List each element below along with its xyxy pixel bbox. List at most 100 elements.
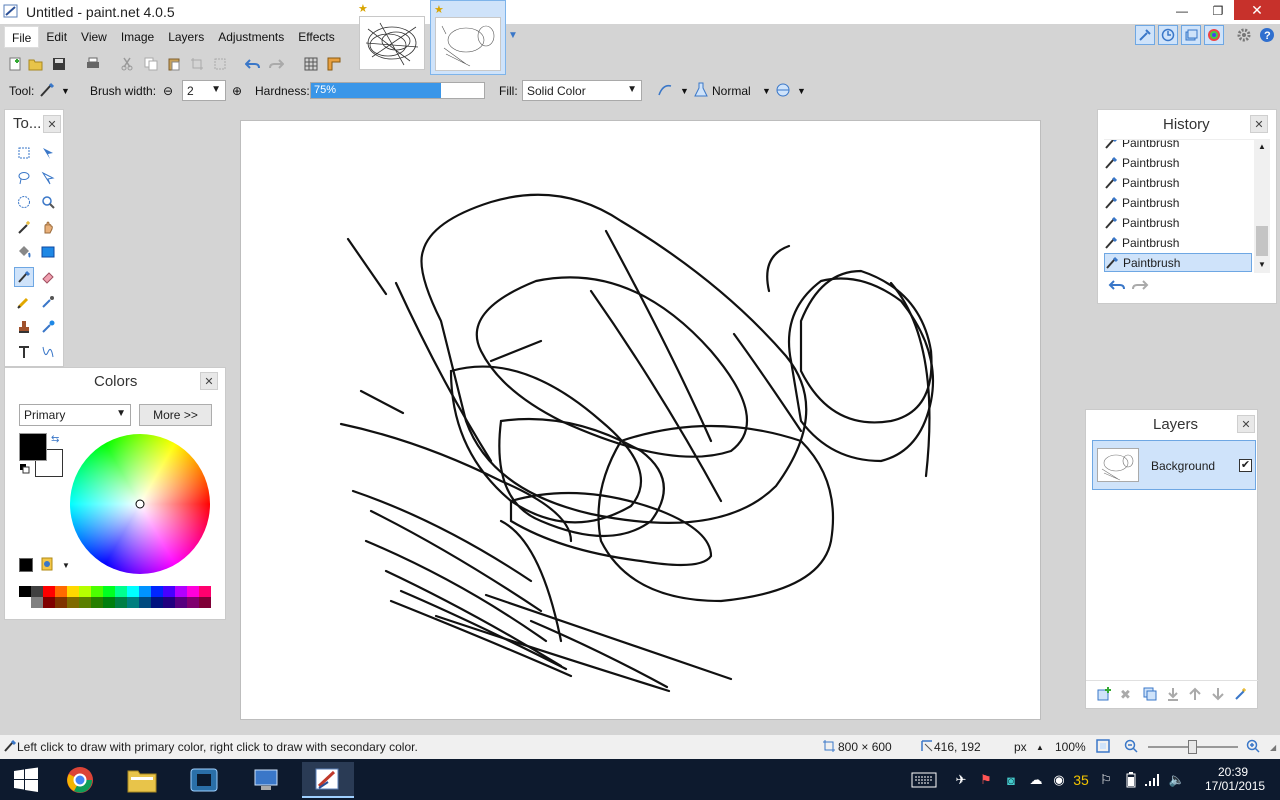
- layer-row-background[interactable]: Background ✔: [1092, 440, 1256, 490]
- history-panel-close-button[interactable]: ✕: [1250, 115, 1268, 133]
- palette-swatch[interactable]: [103, 597, 115, 608]
- zoom-icon[interactable]: [38, 192, 58, 212]
- color-wheel[interactable]: [69, 433, 211, 575]
- move-layer-up-icon[interactable]: [1188, 687, 1202, 701]
- palette-swatch[interactable]: [55, 597, 67, 608]
- merge-layer-down-icon[interactable]: [1166, 687, 1180, 701]
- colors-panel-close-button[interactable]: ✕: [200, 372, 218, 390]
- history-item[interactable]: Paintbrush: [1104, 140, 1252, 152]
- palette-swatch[interactable]: [163, 586, 175, 597]
- menu-layers[interactable]: Layers: [161, 26, 211, 48]
- magic-wand-icon[interactable]: [14, 217, 34, 237]
- units-dropdown-icon[interactable]: ▲: [1036, 743, 1044, 752]
- palette-swatch[interactable]: [187, 597, 199, 608]
- scroll-down-icon[interactable]: ▼: [1258, 260, 1266, 269]
- duplicate-layer-icon[interactable]: [1143, 687, 1157, 701]
- volume-icon[interactable]: 🔈: [1168, 771, 1186, 789]
- add-to-palette-icon[interactable]: [19, 558, 33, 572]
- zoom-out-icon[interactable]: [1124, 739, 1138, 753]
- palette-swatch[interactable]: [43, 597, 55, 608]
- palette-swatch[interactable]: [31, 597, 43, 608]
- help-icon[interactable]: ?: [1257, 25, 1277, 45]
- menu-effects[interactable]: Effects: [291, 26, 341, 48]
- action-center-flag-icon[interactable]: ⚐: [1097, 771, 1115, 789]
- zoom-level[interactable]: 100%: [1055, 740, 1086, 754]
- resize-grip-icon[interactable]: ◢: [1270, 743, 1276, 752]
- taskbar-clock[interactable]: 20:39 17/01/2015: [1205, 765, 1265, 793]
- minimize-button[interactable]: —: [1166, 0, 1198, 22]
- color-picker-icon[interactable]: [38, 292, 58, 312]
- drawing-canvas[interactable]: [240, 120, 1041, 720]
- lasso-select-icon[interactable]: [14, 168, 34, 188]
- menu-image[interactable]: Image: [114, 26, 161, 48]
- brush-width-select[interactable]: 2 ▼: [182, 80, 226, 101]
- colors-window-toggle-icon[interactable]: [1204, 25, 1224, 45]
- clipping-dropdown-icon[interactable]: ▼: [797, 86, 806, 96]
- tools-window-toggle-icon[interactable]: [1135, 25, 1155, 45]
- save-icon[interactable]: [50, 55, 68, 73]
- palette-swatch[interactable]: [43, 586, 55, 597]
- gradient-icon[interactable]: [38, 242, 58, 262]
- history-undo-icon[interactable]: [1108, 278, 1126, 292]
- primary-color-swatch[interactable]: [19, 433, 47, 461]
- palette-swatch[interactable]: [139, 597, 151, 608]
- copy-icon[interactable]: [142, 55, 160, 73]
- palette-swatch[interactable]: [91, 597, 103, 608]
- palette-swatch[interactable]: [163, 597, 175, 608]
- palette-swatch[interactable]: [199, 586, 211, 597]
- history-item[interactable]: Paintbrush: [1104, 233, 1252, 252]
- layer-visibility-checkbox[interactable]: ✔: [1239, 459, 1252, 472]
- text-tool-icon[interactable]: [14, 342, 34, 362]
- tray-badge-count[interactable]: 35: [1070, 771, 1092, 789]
- tools-panel-close-button[interactable]: ✕: [43, 115, 61, 133]
- paintnet-task-icon[interactable]: [302, 762, 354, 798]
- open-folder-icon[interactable]: [27, 55, 45, 73]
- palette-swatch[interactable]: [175, 597, 187, 608]
- move-layer-down-icon[interactable]: [1211, 687, 1225, 701]
- palette-swatch[interactable]: [67, 597, 79, 608]
- decrease-width-icon[interactable]: ⊖: [163, 84, 173, 98]
- history-item[interactable]: Paintbrush: [1104, 213, 1252, 232]
- close-button[interactable]: ✕: [1234, 0, 1280, 20]
- scroll-up-icon[interactable]: ▲: [1258, 142, 1266, 151]
- palette-swatch[interactable]: [91, 586, 103, 597]
- rectangle-select-icon[interactable]: [14, 143, 34, 163]
- tray-app-2-icon[interactable]: ⚑: [977, 771, 995, 789]
- cut-icon[interactable]: [118, 55, 136, 73]
- history-item[interactable]: Paintbrush: [1104, 253, 1252, 272]
- tool-dropdown-icon[interactable]: ▼: [61, 86, 70, 96]
- file-explorer-icon[interactable]: [116, 762, 168, 798]
- palette-swatch[interactable]: [31, 586, 43, 597]
- history-item[interactable]: Paintbrush: [1104, 173, 1252, 192]
- pencil-icon[interactable]: [14, 292, 34, 312]
- line-curve-icon[interactable]: [38, 342, 58, 362]
- hardness-slider[interactable]: 75%: [310, 82, 485, 99]
- history-scroll-thumb[interactable]: [1256, 226, 1268, 256]
- layer-properties-icon[interactable]: [1234, 687, 1248, 701]
- palette-swatch[interactable]: [127, 597, 139, 608]
- settings-gear-icon[interactable]: [1234, 25, 1254, 45]
- ellipse-select-icon[interactable]: [14, 192, 34, 212]
- fill-select[interactable]: Solid Color ▼: [522, 80, 642, 101]
- more-colors-button[interactable]: More >>: [139, 404, 212, 426]
- zoom-slider-thumb[interactable]: [1188, 740, 1197, 754]
- palette-swatch[interactable]: [79, 597, 91, 608]
- units-select[interactable]: px: [1014, 740, 1027, 754]
- palette-swatch[interactable]: [139, 586, 151, 597]
- menu-edit[interactable]: Edit: [39, 26, 74, 48]
- steam-icon[interactable]: ◉: [1050, 771, 1068, 789]
- rulers-icon[interactable]: [325, 55, 343, 73]
- menu-adjustments[interactable]: Adjustments: [211, 26, 291, 48]
- palette-swatch[interactable]: [151, 586, 163, 597]
- clone-stamp-icon[interactable]: [14, 317, 34, 337]
- tray-app-3-icon[interactable]: ◙: [1002, 771, 1020, 789]
- network-signal-icon[interactable]: [1143, 771, 1161, 789]
- palette-swatch[interactable]: [127, 586, 139, 597]
- battery-icon[interactable]: [1122, 771, 1140, 789]
- windows-start-icon[interactable]: [0, 762, 52, 798]
- deselect-icon[interactable]: [211, 55, 229, 73]
- color-mode-select[interactable]: Primary ▼: [19, 404, 131, 426]
- paste-icon[interactable]: [165, 55, 183, 73]
- move-selection-icon[interactable]: [38, 168, 58, 188]
- zoom-in-icon[interactable]: [1246, 739, 1260, 753]
